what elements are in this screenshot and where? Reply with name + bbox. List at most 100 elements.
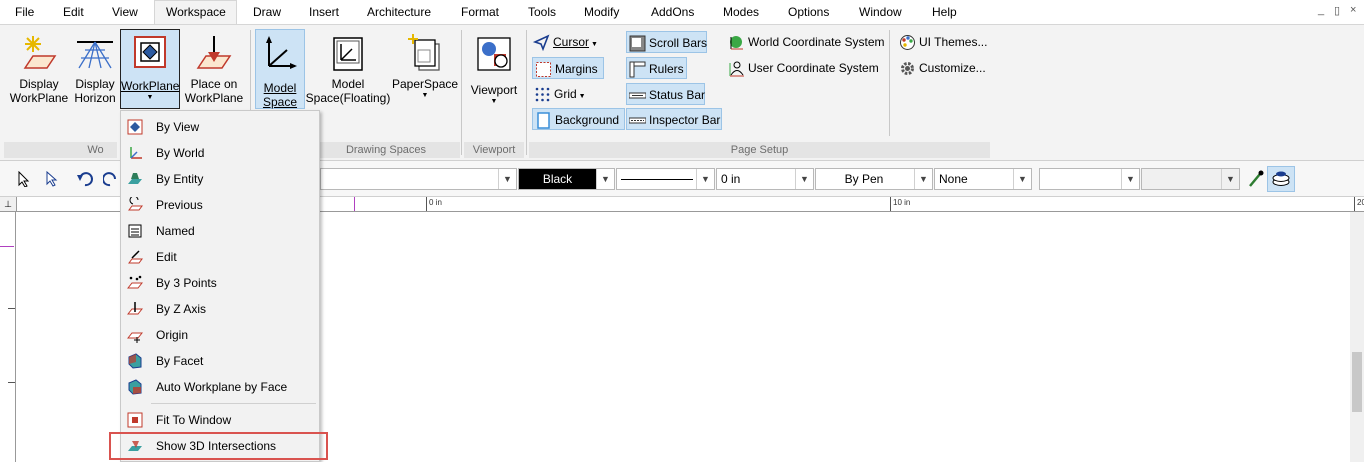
- menu-insert[interactable]: Insert: [309, 0, 339, 24]
- menu-item-by-z-axis[interactable]: By Z Axis: [121, 296, 319, 322]
- menu-item-edit[interactable]: Edit: [121, 244, 319, 270]
- layers-icon: [1272, 171, 1290, 186]
- menu-tools[interactable]: Tools: [528, 0, 556, 24]
- line-width-combo[interactable]: 0 in ▼: [716, 168, 814, 190]
- z-axis-icon: [127, 302, 143, 315]
- menu-architecture[interactable]: Architecture: [367, 0, 431, 24]
- eyedropper-icon[interactable]: [1247, 169, 1265, 189]
- menu-addons[interactable]: AddOns: [651, 0, 694, 24]
- menu-draw[interactable]: Draw: [253, 0, 281, 24]
- display-workplane-button[interactable]: Display WorkPlane: [6, 34, 72, 105]
- highlight-box: [109, 432, 328, 460]
- menu-item-label: Auto Workplane by Face: [156, 380, 288, 394]
- menu-item-named[interactable]: Named: [121, 218, 319, 244]
- redo-icon[interactable]: [103, 171, 119, 187]
- undo-icon[interactable]: [76, 171, 94, 187]
- menu-item-auto-workplane-by-face[interactable]: Auto Workplane by Face: [121, 374, 319, 400]
- menu-item-label: Edit: [156, 250, 177, 264]
- menu-item-label: By World: [156, 146, 205, 160]
- workplane-button[interactable]: WorkPlane ▼: [120, 29, 180, 109]
- pattern-combo[interactable]: ▼: [1039, 168, 1140, 190]
- menu-item-by-view[interactable]: By View: [121, 114, 319, 140]
- menu-format[interactable]: Format: [461, 0, 499, 24]
- workplane-dropdown-menu: By View By World By Entity Previous Named Edi…: [120, 110, 320, 462]
- model-space-floating-button[interactable]: Model Space(Floating): [305, 34, 391, 105]
- menu-help[interactable]: Help: [932, 0, 957, 24]
- viewport-button[interactable]: Viewport ▼: [466, 34, 522, 107]
- world-cs-button[interactable]: World Coordinate System: [726, 31, 885, 53]
- chevron-down-icon: ▼: [596, 169, 614, 189]
- ruler-tick: [426, 197, 427, 211]
- attributes-button[interactable]: [1267, 166, 1295, 192]
- ui-themes-label: UI Themes...: [919, 35, 988, 49]
- line-style-sample: [621, 179, 693, 180]
- menu-modify[interactable]: Modify: [584, 0, 619, 24]
- workplane-icon: [134, 36, 166, 68]
- user-cs-button[interactable]: User Coordinate System: [726, 57, 879, 79]
- grid-button[interactable]: Grid ▼: [532, 83, 586, 105]
- menu-item-label: By 3 Points: [156, 276, 217, 290]
- inspector-bar-label: Inspector Bar: [649, 113, 721, 127]
- world-cs-icon: [730, 36, 743, 50]
- menu-item-previous[interactable]: Previous: [121, 192, 319, 218]
- display-horizon-button[interactable]: Display Horizon: [70, 34, 120, 105]
- menu-view[interactable]: View: [112, 0, 138, 24]
- menu-modes[interactable]: Modes: [723, 0, 759, 24]
- place-on-workplane-label: Place on WorkPlane: [184, 77, 244, 105]
- ruler-corner[interactable]: ⊥: [0, 197, 17, 212]
- inspector-bar-button[interactable]: Inspector Bar: [626, 108, 722, 130]
- menu-item-by-world[interactable]: By World: [121, 140, 319, 166]
- menu-item-fit-to-window[interactable]: Fit To Window: [121, 407, 319, 433]
- ruler-tick: [890, 197, 891, 211]
- margins-button[interactable]: Margins: [532, 57, 604, 79]
- line-style-combo[interactable]: ▼: [616, 168, 715, 190]
- color-combo[interactable]: Black ▼: [518, 168, 615, 190]
- line-width-value: 0 in: [721, 172, 741, 186]
- place-on-workplane-icon: [196, 36, 232, 69]
- menu-item-by-facet[interactable]: By Facet: [121, 348, 319, 374]
- scroll-bars-label: Scroll Bars: [649, 36, 708, 50]
- menu-workspace[interactable]: Workspace: [154, 0, 237, 24]
- pen-value: By Pen: [844, 172, 884, 186]
- chevron-down-icon: ▼: [1121, 169, 1139, 189]
- customize-button[interactable]: Customize...: [897, 57, 986, 79]
- menu-item-by-3-points[interactable]: By 3 Points: [121, 270, 319, 296]
- menu-edit[interactable]: Edit: [63, 0, 84, 24]
- world-cs-label: World Coordinate System: [748, 35, 885, 49]
- subselect-icon[interactable]: [43, 171, 59, 187]
- menu-item-origin[interactable]: Origin: [121, 322, 319, 348]
- scroll-bars-button[interactable]: Scroll Bars: [626, 31, 707, 53]
- cursor-icon: [533, 34, 550, 52]
- scrollbar-thumb[interactable]: [1352, 352, 1362, 412]
- cursor-button[interactable]: Cursor ▼: [531, 31, 598, 53]
- pen-combo[interactable]: By Pen ▼: [815, 168, 933, 190]
- minimize-button[interactable]: _: [1318, 4, 1324, 16]
- menu-item-by-entity[interactable]: By Entity: [121, 166, 319, 192]
- user-cs-icon: [729, 61, 744, 77]
- pointer-icon[interactable]: [17, 171, 31, 187]
- palette-icon: [900, 35, 915, 51]
- menu-window[interactable]: Window: [859, 0, 902, 24]
- margins-label: Margins: [555, 62, 598, 76]
- ui-themes-button[interactable]: UI Themes...: [897, 31, 987, 53]
- menu-file[interactable]: File: [15, 0, 34, 24]
- scroll-bars-icon: [629, 35, 646, 52]
- fill-combo[interactable]: None ▼: [934, 168, 1032, 190]
- paperspace-label: PaperSpace: [392, 77, 459, 91]
- background-button[interactable]: Background: [532, 108, 625, 130]
- paperspace-button[interactable]: PaperSpace ▼: [392, 34, 458, 101]
- pattern-size-combo: ▼: [1141, 168, 1240, 190]
- restore-button[interactable]: ▯: [1334, 4, 1340, 17]
- status-bar-button[interactable]: Status Bar: [626, 83, 705, 105]
- ribbon-separator: [889, 30, 890, 136]
- layer-combo[interactable]: ▼: [320, 168, 517, 190]
- place-on-workplane-button[interactable]: Place on WorkPlane: [183, 34, 245, 105]
- workplane-label: WorkPlane: [121, 79, 180, 93]
- vertical-scrollbar[interactable]: [1350, 212, 1364, 462]
- model-space-button[interactable]: Model Space: [255, 29, 305, 109]
- close-button[interactable]: ×: [1350, 4, 1356, 16]
- rulers-button[interactable]: Rulers: [626, 57, 687, 79]
- paperspace-icon: [408, 34, 440, 71]
- menu-options[interactable]: Options: [788, 0, 829, 24]
- display-horizon-icon: [77, 41, 113, 69]
